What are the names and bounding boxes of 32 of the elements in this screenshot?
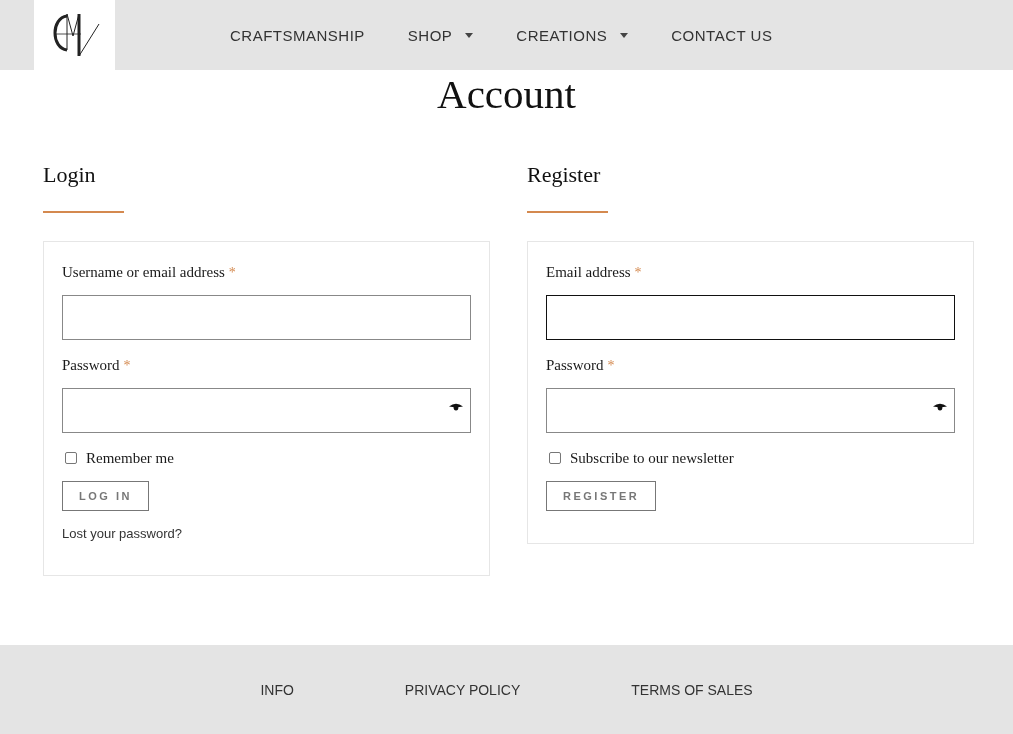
eye-icon[interactable] <box>449 403 463 411</box>
field-label: Username or email address <box>62 263 225 282</box>
input-field[interactable] <box>546 295 955 340</box>
checkbox-label[interactable]: Remember me <box>86 448 174 468</box>
submit-button[interactable]: LOG IN <box>62 481 149 511</box>
footer-link[interactable]: TERMS OF SALES <box>631 681 753 698</box>
required-mark: * <box>123 357 131 375</box>
page-title: Account <box>436 70 577 118</box>
checkbox[interactable] <box>65 452 77 464</box>
checkbox-label[interactable]: Subscribe to our newsletter <box>570 448 734 468</box>
monogram-logo[interactable] <box>34 0 115 70</box>
section-heading: Login <box>43 161 97 189</box>
input-field[interactable] <box>62 295 471 340</box>
field-label: Password <box>62 356 120 375</box>
nav-link[interactable]: CONTACT US <box>671 26 773 44</box>
eye-icon[interactable] <box>933 403 947 411</box>
submit-button[interactable]: REGISTER <box>546 481 657 511</box>
field-label: Password <box>546 356 604 375</box>
required-mark: * <box>607 357 615 375</box>
section-heading: Register <box>527 161 602 189</box>
nav-link[interactable]: CRAFTSMANSHIP <box>230 26 365 44</box>
required-mark: * <box>228 264 236 282</box>
nav-link[interactable]: CREATIONS <box>516 26 629 44</box>
field-label: Email address <box>546 263 631 282</box>
nav-link[interactable]: SHOP <box>407 26 474 44</box>
input-field[interactable] <box>62 388 471 433</box>
footer-link[interactable]: INFO <box>260 681 294 698</box>
footer-link[interactable]: PRIVACY POLICY <box>404 681 521 698</box>
checkbox[interactable] <box>549 452 561 464</box>
lost-password-link[interactable]: Lost your password? <box>62 525 182 543</box>
input-field[interactable] <box>546 388 955 433</box>
required-mark: * <box>634 264 642 282</box>
